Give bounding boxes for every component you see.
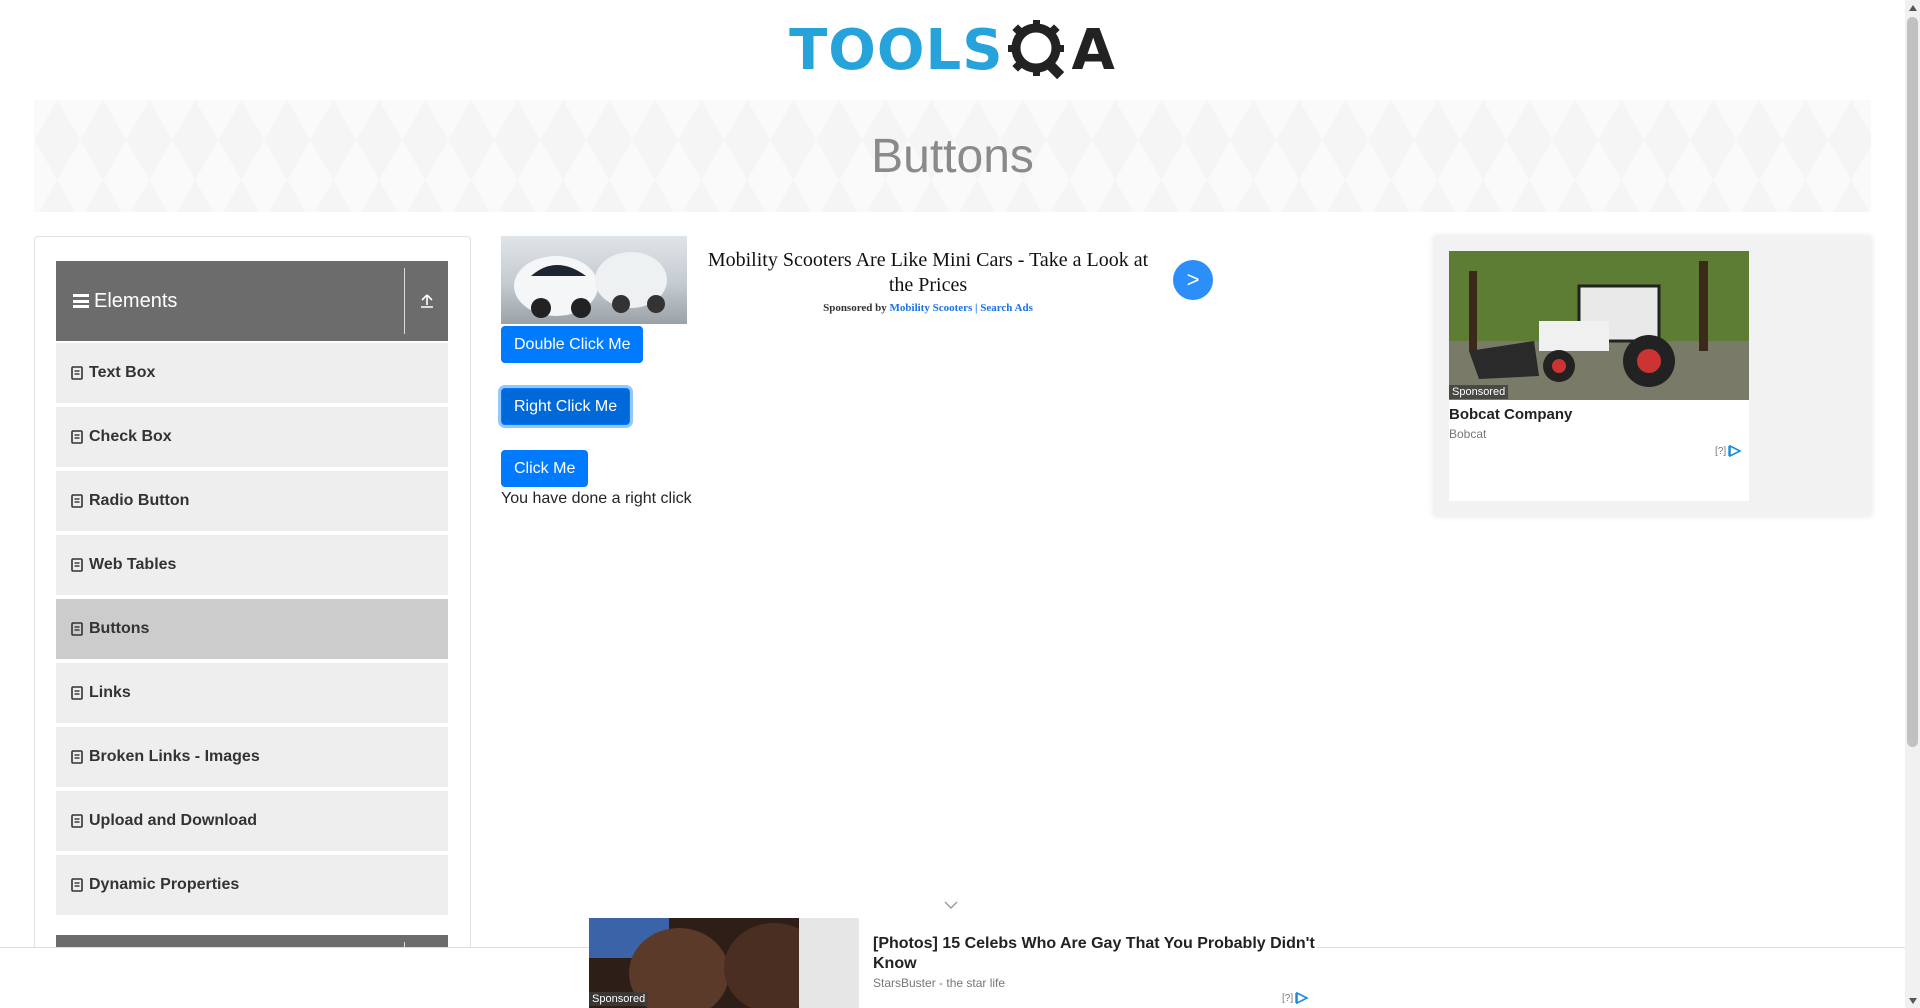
group-title: Elements [56,261,404,341]
document-icon [71,878,83,892]
logo-letter: A [1071,17,1116,83]
toolsqa-logo[interactable]: TOOLS A [789,18,1116,83]
document-icon [71,430,83,444]
scroll-up-button[interactable] [1905,0,1920,15]
right-click-message: You have done a right click [501,490,692,507]
sidebar-item-label: Buttons [89,620,150,637]
ad-choices[interactable]: [?] [1282,992,1309,1004]
collapse-toggle[interactable] [405,261,448,341]
sidebar-item-label: Dynamic Properties [89,876,240,893]
sidebar-item-dynamic-properties[interactable]: Dynamic Properties [56,855,448,917]
page-scrollbar[interactable] [1905,0,1920,1008]
hamburger-icon [73,294,89,308]
sidebar-item-label: Text Box [89,364,156,381]
ad-image-scooters [501,236,687,324]
site-header: TOOLS A [0,0,1905,100]
logo-text: TOOLS [789,17,1004,83]
ad-bottom[interactable]: Sponsored [Photos] 15 Celebs Who Are Gay… [589,918,1317,1008]
ad-source: StarsBuster - the star life [873,976,1006,990]
document-icon [71,622,83,636]
chevron-down-icon[interactable] [944,900,958,910]
document-icon [71,750,83,764]
ad-card[interactable]: Sponsored Bobcat Company Bobcat [?] [1449,251,1749,501]
sidebar-item-label: Links [89,684,131,701]
document-icon [71,686,83,700]
double-click-button[interactable]: Double Click Me [501,326,644,363]
scroll-thumb[interactable] [1907,17,1918,747]
left-panel: Elements Text Box Check Box Radio Button… [34,236,471,1008]
adchoices-icon [1728,445,1742,457]
sidebar-item-label: Web Tables [89,556,177,573]
adchoices-icon [1295,992,1309,1004]
ad-company[interactable]: Bobcat Company [1449,406,1572,423]
sponsored-label: Sponsored [1449,385,1509,399]
sidebar-item-check-box[interactable]: Check Box [56,407,448,469]
ad-brand: Bobcat [1449,427,1487,441]
document-icon [71,814,83,828]
page-title: Buttons [871,129,1034,183]
sponsor-prefix: Sponsored by [823,302,887,314]
document-icon [71,558,83,572]
group-title-label: Elements [94,289,178,312]
sidebar-item-label: Radio Button [89,492,190,509]
click-me-button[interactable]: Click Me [501,450,589,487]
scooter-image-icon [514,252,667,318]
document-icon [71,366,83,380]
document-icon [71,494,83,508]
caret-down-icon [1908,997,1917,1004]
ad-headline[interactable]: [Photos] 15 Celebs Who Are Gay That You … [873,934,1317,974]
tractor-image-icon [1449,251,1749,400]
ad-next-button[interactable]: > [1173,260,1213,300]
ad-help[interactable]: [?] [1282,993,1293,1004]
ad-choices[interactable]: [?] [1715,445,1742,457]
caret-up-icon [1908,4,1917,11]
group-header-elements[interactable]: Elements [56,261,448,341]
sidebar-item-links[interactable]: Links [56,663,448,725]
sidebar-item-label: Check Box [89,428,172,445]
ad-image-tractor [1449,251,1749,400]
sidebar-item-text-box[interactable]: Text Box [56,343,448,405]
ad-sponsor: Sponsored by Mobility Scooters | Search … [701,302,1155,314]
page-banner: Buttons [34,100,1871,212]
ad-headline[interactable]: Mobility Scooters Are Like Mini Cars - T… [701,248,1155,298]
sidebar-item-upload-download[interactable]: Upload and Download [56,791,448,853]
ad-top[interactable]: Mobility Scooters Are Like Mini Cars - T… [501,236,1213,324]
sponsor-link[interactable]: Mobility Scooters | Search Ads [890,302,1033,314]
sponsored-label: Sponsored [589,992,649,1006]
gear-search-icon [1007,20,1064,80]
right-click-button[interactable]: Right Click Me [501,388,631,425]
sidebar-item-label: Broken Links - Images [89,748,260,765]
sidebar-item-buttons[interactable]: Buttons [56,599,448,661]
ad-right[interactable]: Sponsored Bobcat Company Bobcat [?] [1434,236,1871,516]
collapse-up-icon [420,294,433,308]
ad-help[interactable]: [?] [1715,446,1726,457]
sidebar-item-broken-links[interactable]: Broken Links - Images [56,727,448,789]
sidebar-item-radio-button[interactable]: Radio Button [56,471,448,533]
sidebar-item-web-tables[interactable]: Web Tables [56,535,448,597]
sidebar-item-label: Upload and Download [89,812,257,829]
scroll-down-button[interactable] [1905,993,1920,1008]
